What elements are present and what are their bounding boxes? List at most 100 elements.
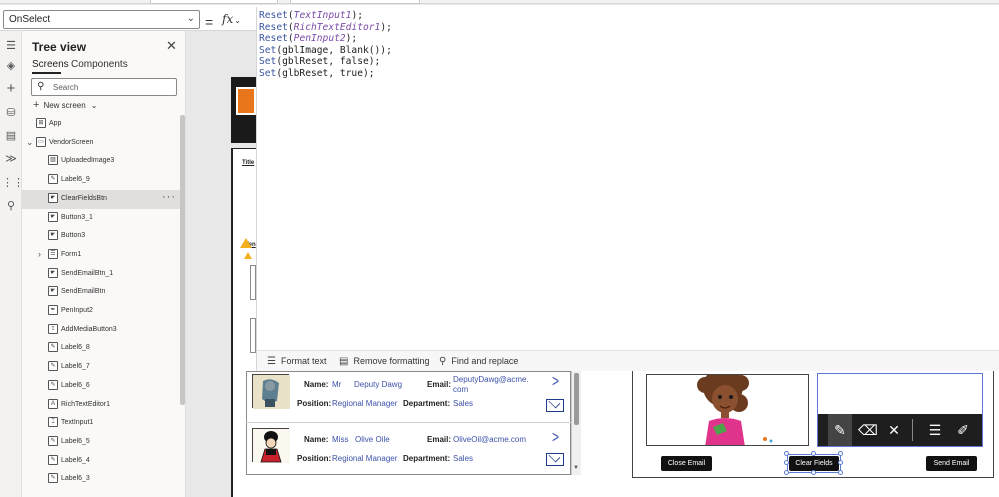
chevron-down-icon[interactable]: ⌄	[26, 137, 34, 148]
media-icon[interactable]: ▤	[2, 127, 20, 145]
position-label: Position:	[297, 454, 332, 463]
code-arg: PenInput2	[293, 33, 346, 45]
resize-handle[interactable]	[838, 460, 843, 465]
more-options-icon[interactable]: ···	[162, 191, 176, 203]
tree-item[interactable]: ☛ SendEmailBtn_1	[22, 265, 180, 284]
tree-item[interactable]: ✎ Label6_6	[22, 377, 180, 396]
tree-item[interactable]: ✎ Label6_4	[22, 452, 180, 471]
resize-handle[interactable]	[784, 451, 789, 456]
chevron-down-icon: ⌄	[90, 101, 98, 110]
tree-item[interactable]: ✎ Label6_7	[22, 358, 180, 377]
tree-item[interactable]: ☛ ClearFieldsBtn ···	[22, 189, 180, 209]
property-dropdown[interactable]: OnSelect ⌄	[3, 10, 200, 29]
tree-item[interactable]: ✎ Label6_5	[22, 433, 180, 452]
scroll-down-icon[interactable]: ▼	[573, 465, 579, 471]
tree-item-label: Label6_4	[61, 456, 90, 464]
code-close: glbReset, true);	[282, 68, 375, 79]
formula-editor[interactable]: Reset(TextInput1); Reset(RichTextEditor1)…	[256, 7, 999, 350]
send-email-button[interactable]: Send Email	[926, 456, 977, 471]
tree-item[interactable]: ✎ Label6_9	[22, 171, 180, 190]
richtext-icon: A	[48, 398, 58, 409]
image-icon: ▨	[48, 155, 58, 166]
tree-item-label: Label6_3	[61, 475, 90, 483]
tree-item[interactable]: ⌄ ▭ VendorScreen	[22, 134, 180, 153]
tree-item[interactable]: ☛ Button3_1	[22, 209, 180, 228]
resize-handle[interactable]	[784, 470, 789, 475]
gallery-scrollbar[interactable]: ▼	[571, 371, 581, 475]
mail-icon[interactable]	[546, 453, 564, 466]
fx-button[interactable]: fx⌄	[222, 12, 254, 32]
tree-item[interactable]: ✎ Label6_8	[22, 339, 180, 358]
tree-item[interactable]: ⌶ TextInput1	[22, 414, 180, 433]
close-icon[interactable]: ✕	[166, 38, 177, 54]
tree-item[interactable]: A RichTextEditor1	[22, 396, 180, 415]
tree-item[interactable]: › ☰ Form1	[22, 246, 180, 265]
tree-scrollbar[interactable]	[180, 115, 185, 405]
name-label: Name:	[304, 435, 329, 444]
warning-icon[interactable]	[240, 238, 252, 248]
email-label: Email:	[427, 380, 452, 389]
resize-handle[interactable]	[784, 460, 789, 465]
line-weight-icon[interactable]: ☰	[926, 421, 944, 439]
tab-components[interactable]: Components	[71, 59, 128, 70]
name-label: Name:	[304, 380, 329, 389]
button-icon: ☛	[48, 211, 58, 222]
tree-item[interactable]: ▨ UploadedImage3	[22, 152, 180, 171]
resize-handle[interactable]	[838, 451, 843, 456]
power-automate-icon[interactable]: ≫	[2, 150, 20, 168]
pen-color-icon[interactable]: ✐	[954, 421, 972, 439]
tab-screens[interactable]: Screens	[32, 59, 69, 70]
data-cylinder-icon[interactable]: ⛁	[2, 104, 20, 122]
tree-item[interactable]: ⊞ App	[22, 115, 180, 134]
chevron-right-icon[interactable]: >	[552, 427, 559, 447]
top-tab[interactable]	[150, 0, 278, 4]
tree-item[interactable]: ☛ SendEmailBtn	[22, 283, 180, 302]
formula-editor-toolbar: ☰ Format text ▤ Remove formatting ⚲ Find an…	[256, 350, 999, 371]
hamburger-menu-icon[interactable]: ☰	[2, 37, 20, 55]
format-text-icon: ☰	[267, 356, 276, 367]
code-close: );	[351, 10, 363, 21]
warning-icon[interactable]	[244, 252, 252, 259]
resize-handle[interactable]	[811, 470, 816, 475]
pen-toolbar-divider	[912, 419, 913, 441]
chevron-right-icon[interactable]: >	[552, 371, 559, 391]
remove-formatting-button[interactable]: ▤ Remove formatting	[339, 356, 429, 367]
top-strip	[0, 0, 999, 4]
vendor-card[interactable]: Name: Miss Olive Oile Email: OliveOil@ac…	[246, 423, 571, 475]
code-fn: Set	[259, 44, 277, 56]
clear-x-icon[interactable]: ✕	[885, 421, 903, 439]
vendor-card[interactable]: Name: Mr Deputy Dawg Email: DeputyDawg@a…	[246, 371, 571, 423]
format-text-button[interactable]: ☰ Format text	[267, 356, 326, 367]
uploaded-image[interactable]	[646, 374, 809, 446]
tree-search-input[interactable]: ⚲ Search	[31, 78, 177, 96]
resize-handle[interactable]	[811, 451, 816, 456]
tree-item[interactable]: ✒ PenInput2	[22, 302, 180, 321]
tree-item[interactable]: ☛ Button3	[22, 227, 180, 246]
variables-icon[interactable]: ⋮⋮	[2, 174, 24, 192]
close-email-button[interactable]: Close Email	[661, 456, 712, 471]
label-icon: ✎	[48, 454, 58, 465]
new-screen-button[interactable]: + New screen ⌄	[33, 99, 97, 111]
insert-plus-icon[interactable]: +	[2, 80, 20, 98]
top-tab[interactable]	[290, 0, 420, 4]
find-replace-button[interactable]: ⚲ Find and replace	[439, 356, 518, 367]
resize-handle[interactable]	[838, 470, 843, 475]
tree-item-label: Button3	[61, 232, 86, 240]
name-title: Miss	[332, 435, 349, 444]
tree-item[interactable]: ⇪ AddMediaButton3	[22, 321, 180, 340]
vendor-position: Regional Manager	[332, 454, 398, 463]
chevron-right-icon[interactable]: ›	[38, 249, 41, 259]
button-icon: ☛	[48, 286, 58, 297]
search-icon[interactable]: ⚲	[2, 197, 20, 215]
layers-icon[interactable]: ◈	[2, 57, 20, 75]
department-label: Department:	[403, 399, 451, 408]
scroll-thumb[interactable]	[574, 373, 579, 425]
pen-draw-icon[interactable]: ✎	[828, 414, 852, 446]
textinput-icon: ⌶	[48, 417, 58, 428]
tree-view-title: Tree view	[32, 40, 87, 54]
app-icon: ⊞	[36, 118, 46, 128]
tree-item[interactable]: ✎ Label6_3	[22, 470, 180, 489]
code-close: );	[380, 21, 392, 33]
mail-icon[interactable]	[546, 399, 564, 412]
eraser-icon[interactable]: ⌫	[858, 421, 878, 439]
